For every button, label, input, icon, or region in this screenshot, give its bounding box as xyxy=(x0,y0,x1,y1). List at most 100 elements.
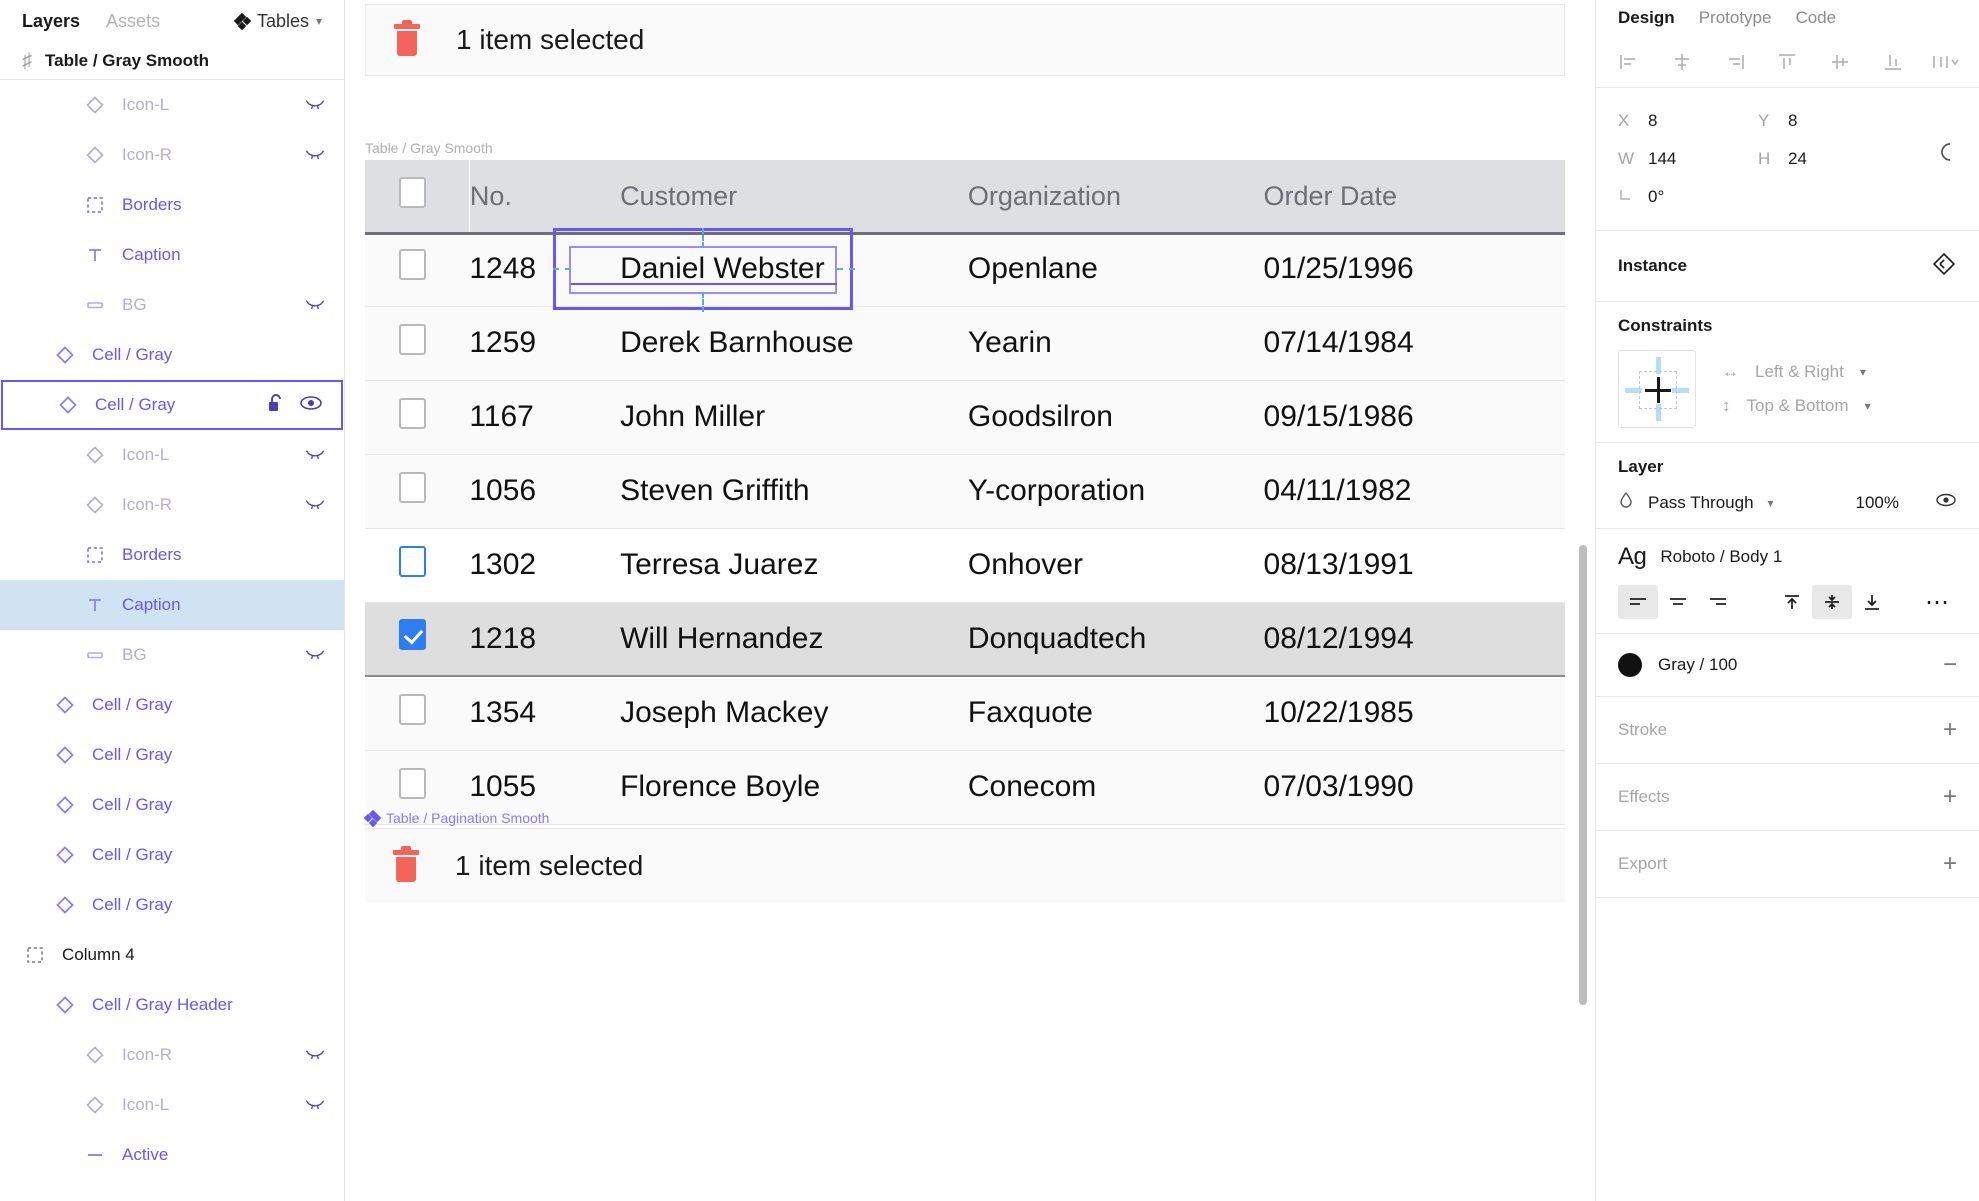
cell-no[interactable]: 1056 xyxy=(469,454,620,528)
layer-row[interactable]: Icon-R xyxy=(0,130,344,180)
table-row[interactable]: 1056Steven GriffithY-corporation04/11/19… xyxy=(365,454,1565,528)
text-valign-top-icon[interactable] xyxy=(1772,585,1812,619)
layer-row[interactable]: Cell / Gray xyxy=(0,330,344,380)
cell-customer[interactable]: Steven Griffith xyxy=(620,454,968,528)
cell-organization[interactable]: Y-corporation xyxy=(968,454,1264,528)
opacity-value[interactable]: 100% xyxy=(1856,493,1899,513)
eye-closed-icon[interactable] xyxy=(304,449,326,461)
layer-row[interactable]: Icon-L xyxy=(0,1080,344,1130)
column-header-organization[interactable]: Organization xyxy=(968,160,1264,232)
cell-order-date[interactable]: 08/12/1994 xyxy=(1264,602,1565,676)
layer-row[interactable]: Icon-R xyxy=(0,1030,344,1080)
layer-row[interactable]: Active xyxy=(0,1130,344,1180)
row-checkbox-cell[interactable] xyxy=(365,676,469,750)
select-all-checkbox[interactable] xyxy=(399,177,426,208)
distribute-icon[interactable] xyxy=(1927,45,1965,79)
cell-order-date[interactable]: 04/11/1982 xyxy=(1264,454,1565,528)
layer-row[interactable]: BG xyxy=(0,630,344,680)
more-options-icon[interactable]: ⋯ xyxy=(1917,585,1957,619)
tab-layers[interactable]: Layers xyxy=(22,11,80,32)
text-align-left-icon[interactable] xyxy=(1618,585,1658,619)
cell-order-date[interactable]: 01/25/1996 xyxy=(1264,232,1565,306)
row-checkbox[interactable] xyxy=(399,694,426,725)
row-checkbox[interactable] xyxy=(399,546,426,577)
layer-row[interactable]: Caption xyxy=(0,580,344,630)
plus-icon[interactable]: + xyxy=(1943,852,1957,876)
cell-customer[interactable]: Daniel Webster xyxy=(620,232,968,306)
cell-organization[interactable]: Faxquote xyxy=(968,676,1264,750)
align-vertical-center-icon[interactable] xyxy=(1821,45,1859,79)
cell-no[interactable]: 1302 xyxy=(469,528,620,602)
row-checkbox-cell[interactable] xyxy=(365,380,469,454)
eye-open-icon[interactable] xyxy=(299,395,323,416)
table-row[interactable]: 1218Will HernandezDonquadtech08/12/1994 xyxy=(365,602,1565,676)
cell-customer[interactable]: Florence Boyle xyxy=(620,750,968,824)
library-selector[interactable]: Tables ▾ xyxy=(235,11,322,32)
cell-order-date[interactable]: 07/14/1984 xyxy=(1264,306,1565,380)
cell-organization[interactable]: Openlane xyxy=(968,232,1264,306)
table-row[interactable]: 1248Daniel WebsterOpenlane01/25/1996 xyxy=(365,232,1565,306)
rotation-field[interactable]: 0° xyxy=(1618,178,1758,216)
constraints-widget[interactable] xyxy=(1618,350,1696,428)
unlocked-icon[interactable] xyxy=(267,393,285,418)
aspect-ratio-lock-icon[interactable] xyxy=(1937,140,1957,178)
vertical-constraint-dropdown[interactable]: ↕ Top & Bottom ▾ xyxy=(1722,396,1871,416)
cell-order-date[interactable]: 09/15/1986 xyxy=(1264,380,1565,454)
eye-closed-icon[interactable] xyxy=(304,1099,326,1111)
eye-closed-icon[interactable] xyxy=(304,299,326,311)
row-checkbox[interactable] xyxy=(399,398,426,429)
row-checkbox[interactable] xyxy=(399,249,426,280)
swap-instance-icon[interactable] xyxy=(1931,251,1957,282)
layer-row[interactable]: Cell / Gray xyxy=(0,730,344,780)
layer-row[interactable]: Icon-R xyxy=(0,480,344,530)
layer-row[interactable]: Cell / Gray Header xyxy=(0,980,344,1030)
canvas-vertical-scrollbar[interactable] xyxy=(1579,545,1587,1005)
cell-customer[interactable]: John Miller xyxy=(620,380,968,454)
w-field[interactable]: W 144 xyxy=(1618,140,1758,178)
align-bottom-icon[interactable] xyxy=(1874,45,1912,79)
cell-organization[interactable]: Yearin xyxy=(968,306,1264,380)
tab-prototype[interactable]: Prototype xyxy=(1699,8,1772,28)
eye-closed-icon[interactable] xyxy=(304,499,326,511)
tab-code[interactable]: Code xyxy=(1795,8,1836,28)
tab-design[interactable]: Design xyxy=(1618,8,1675,28)
cell-customer[interactable]: Derek Barnhouse xyxy=(620,306,968,380)
trash-icon[interactable] xyxy=(393,850,419,882)
column-header-no[interactable]: No. xyxy=(469,160,620,232)
layer-row[interactable]: Column 4 xyxy=(0,930,344,980)
current-frame-row[interactable]: ♯ Table / Gray Smooth xyxy=(0,42,344,80)
plus-icon[interactable]: + xyxy=(1943,718,1957,742)
align-horizontal-center-icon[interactable] xyxy=(1663,45,1701,79)
cell-organization[interactable]: Donquadtech xyxy=(968,602,1264,676)
row-checkbox-cell[interactable] xyxy=(365,454,469,528)
trash-icon[interactable] xyxy=(394,24,420,56)
layer-row[interactable]: Cell / Gray xyxy=(0,680,344,730)
cell-organization[interactable]: Goodsilron xyxy=(968,380,1264,454)
fill-color-name[interactable]: Gray / 100 xyxy=(1658,655,1737,675)
row-checkbox-cell[interactable] xyxy=(365,528,469,602)
cell-customer[interactable]: Terresa Juarez xyxy=(620,528,968,602)
row-checkbox[interactable] xyxy=(399,619,426,650)
cell-organization[interactable]: Conecom xyxy=(968,750,1264,824)
y-field[interactable]: Y 8 xyxy=(1758,102,1898,140)
layer-row[interactable]: Icon-L xyxy=(0,430,344,480)
text-align-center-icon[interactable] xyxy=(1658,585,1698,619)
eye-closed-icon[interactable] xyxy=(304,649,326,661)
row-checkbox-cell[interactable] xyxy=(365,232,469,306)
cell-order-date[interactable]: 10/22/1985 xyxy=(1264,676,1565,750)
horizontal-constraint-dropdown[interactable]: ↔ Left & Right ▾ xyxy=(1722,362,1871,382)
table-row[interactable]: 1259Derek BarnhouseYearin07/14/1984 xyxy=(365,306,1565,380)
tab-assets[interactable]: Assets xyxy=(106,11,160,32)
column-header-order-date[interactable]: Order Date xyxy=(1264,160,1565,232)
cell-organization[interactable]: Onhover xyxy=(968,528,1264,602)
design-canvas[interactable]: 1 item selected Table / Gray Smooth No. … xyxy=(345,0,1595,1201)
plus-icon[interactable]: + xyxy=(1943,785,1957,809)
minus-icon[interactable]: − xyxy=(1943,653,1957,677)
layer-row[interactable]: Cell / Gray xyxy=(1,380,343,430)
cell-no[interactable]: 1218 xyxy=(469,602,620,676)
table-row[interactable]: 1302Terresa JuarezOnhover08/13/1991 xyxy=(365,528,1565,602)
row-checkbox[interactable] xyxy=(399,768,426,799)
eye-open-icon[interactable] xyxy=(1935,492,1957,513)
layer-row[interactable]: Cell / Gray xyxy=(0,780,344,830)
table-row[interactable]: 1167John MillerGoodsilron09/15/1986 xyxy=(365,380,1565,454)
